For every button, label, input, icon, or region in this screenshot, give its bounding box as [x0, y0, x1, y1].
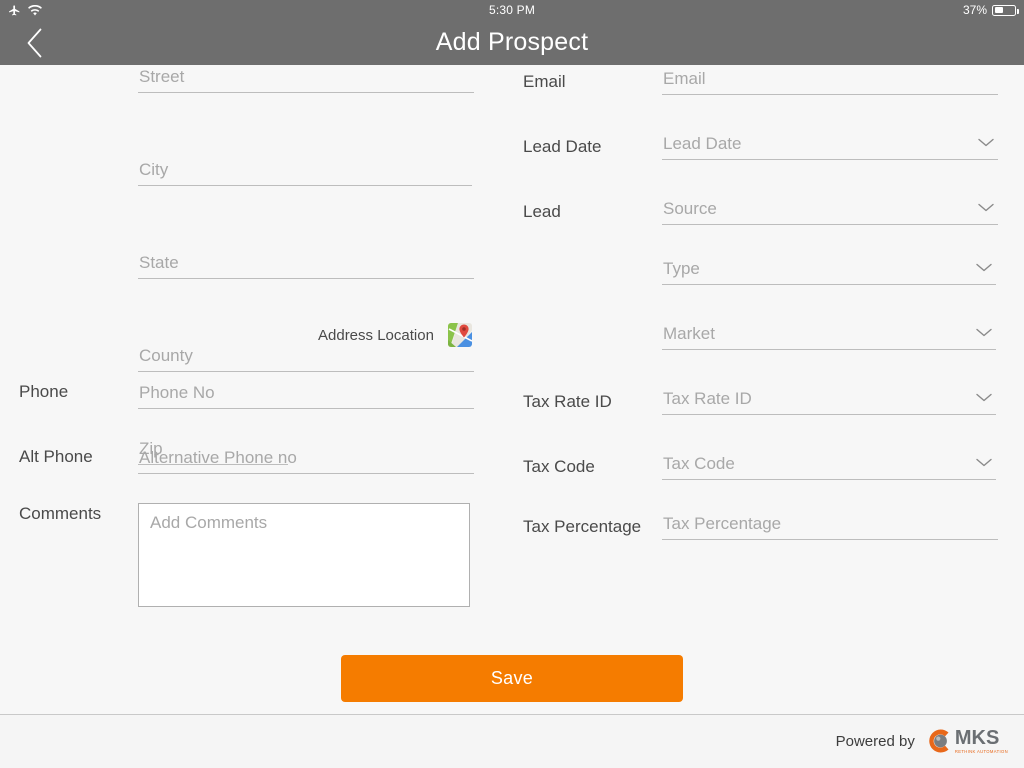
mks-c-mark-icon	[925, 727, 953, 755]
tax-rate-id-label: Tax Rate ID	[523, 392, 612, 411]
app-root: 5:30 PM 37% Add Prospect Street City Sta…	[0, 0, 1024, 768]
email-input[interactable]: Email	[662, 67, 998, 95]
lead-market-placeholder: Market	[663, 324, 715, 343]
address-location-row: Address Location	[318, 323, 472, 347]
street-placeholder: Street	[139, 67, 185, 86]
lead-date-placeholder: Lead Date	[663, 134, 742, 153]
lead-market-select[interactable]: Market	[662, 322, 996, 350]
lead-type-select[interactable]: Type	[662, 257, 996, 285]
alt-phone-placeholder: Alternative Phone no	[139, 448, 297, 467]
phone-label: Phone	[19, 382, 69, 401]
phone-placeholder: Phone No	[139, 383, 215, 402]
form-content: Street City State County Zip Address Loc…	[0, 65, 1024, 714]
footer: Powered by MKS RETHINK AUTOMATION	[0, 714, 1024, 768]
lead-source-placeholder: Source	[663, 199, 717, 218]
phone-field-row: Phone Phone No	[0, 381, 474, 409]
tax-code-placeholder: Tax Code	[663, 454, 735, 473]
footer-brand: Powered by MKS RETHINK AUTOMATION	[836, 726, 1008, 756]
tax-percentage-input[interactable]: Tax Percentage	[662, 512, 998, 540]
status-bar: 5:30 PM 37%	[0, 0, 1024, 20]
address-location-label: Address Location	[318, 326, 434, 344]
alt-phone-input[interactable]: Alternative Phone no	[138, 446, 474, 474]
mks-wordmark: MKS RETHINK AUTOMATION	[955, 728, 1008, 754]
phone-input[interactable]: Phone No	[138, 381, 474, 409]
lead-type-placeholder: Type	[663, 259, 700, 278]
city-input[interactable]: City	[138, 158, 472, 186]
lead-source-select[interactable]: Source	[662, 197, 998, 225]
tax-code-select[interactable]: Tax Code	[662, 452, 996, 480]
battery-percent-label: 37%	[962, 3, 987, 17]
status-bar-time: 5:30 PM	[488, 3, 536, 17]
county-input[interactable]: County	[138, 344, 474, 372]
form-column-left: Street City State County Zip Address Loc…	[0, 65, 500, 714]
tax-code-label: Tax Code	[523, 457, 595, 476]
state-placeholder: State	[139, 253, 179, 272]
comments-placeholder: Add Comments	[150, 513, 268, 532]
mks-tagline: RETHINK AUTOMATION	[954, 748, 1008, 754]
page-title: Add Prospect	[435, 28, 589, 56]
tax-rate-id-select[interactable]: Tax Rate ID	[662, 387, 996, 415]
street-input[interactable]: Street	[138, 65, 474, 93]
form-column-right: Email Email Lead Date Lead Date Lead Sou…	[500, 65, 1024, 714]
tax-rate-id-placeholder: Tax Rate ID	[663, 389, 752, 408]
mks-name: MKS	[954, 727, 1000, 750]
powered-by-label: Powered by	[835, 732, 915, 750]
email-label: Email	[523, 72, 566, 91]
email-placeholder: Email	[663, 69, 706, 88]
navigation-bar: Add Prospect	[0, 20, 1024, 65]
tax-percentage-label: Tax Percentage	[523, 517, 642, 536]
lead-label: Lead	[523, 202, 561, 221]
battery-fill	[994, 7, 1003, 13]
mks-logo: MKS RETHINK AUTOMATION	[925, 726, 1008, 756]
alt-phone-label: Alt Phone	[19, 447, 93, 466]
comments-textarea[interactable]: Add Comments	[138, 503, 470, 607]
battery-icon	[992, 4, 1019, 16]
comments-label: Comments	[19, 504, 102, 523]
tax-percentage-placeholder: Tax Percentage	[663, 514, 782, 533]
county-placeholder: County	[139, 346, 193, 365]
lead-date-label: Lead Date	[523, 137, 602, 156]
state-input[interactable]: State	[138, 251, 474, 279]
comments-field-row: Comments Add Comments	[0, 503, 470, 607]
alt-phone-field-row: Alt Phone Alternative Phone no	[0, 446, 474, 474]
city-placeholder: City	[139, 160, 169, 179]
lead-date-select[interactable]: Lead Date	[662, 132, 998, 160]
save-button[interactable]: Save	[341, 655, 683, 702]
google-maps-icon[interactable]	[447, 323, 472, 347]
status-bar-right: 37%	[962, 3, 1019, 17]
